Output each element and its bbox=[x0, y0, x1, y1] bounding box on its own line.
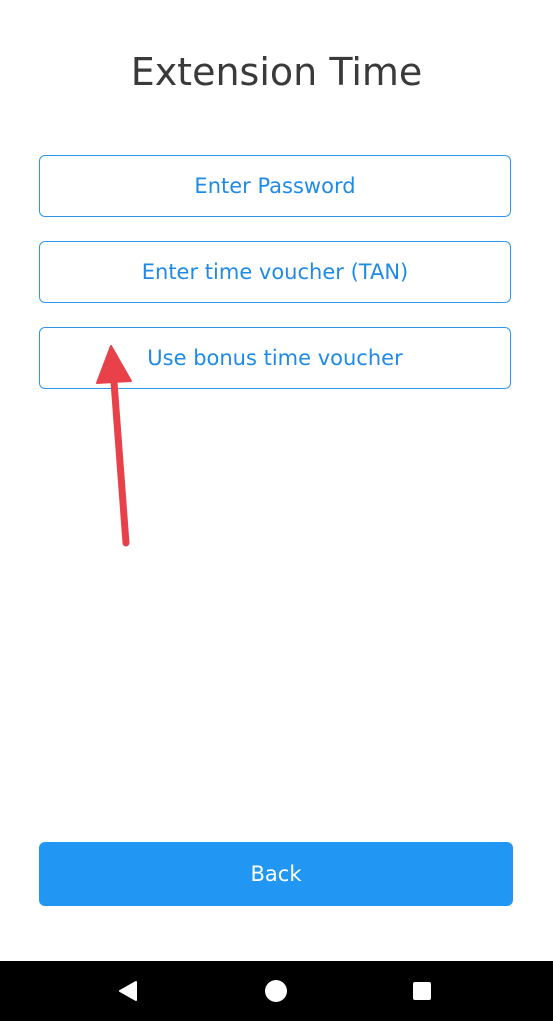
page-title: Extension Time bbox=[130, 50, 423, 94]
enter-time-voucher-button[interactable]: Enter time voucher (TAN) bbox=[39, 241, 511, 303]
system-navigation-bar bbox=[0, 961, 553, 1021]
nav-home-button[interactable] bbox=[246, 961, 306, 1021]
enter-password-button[interactable]: Enter Password bbox=[39, 155, 511, 217]
nav-back-button[interactable] bbox=[98, 961, 158, 1021]
nav-home-icon bbox=[265, 980, 287, 1002]
use-bonus-time-voucher-button[interactable]: Use bonus time voucher bbox=[39, 327, 511, 389]
nav-back-icon bbox=[119, 981, 137, 1001]
nav-recents-button[interactable] bbox=[392, 961, 452, 1021]
nav-recents-icon bbox=[413, 982, 431, 1000]
back-button[interactable]: Back bbox=[39, 842, 513, 906]
extension-time-screen: Extension Time Enter Password Enter time… bbox=[0, 0, 553, 1021]
